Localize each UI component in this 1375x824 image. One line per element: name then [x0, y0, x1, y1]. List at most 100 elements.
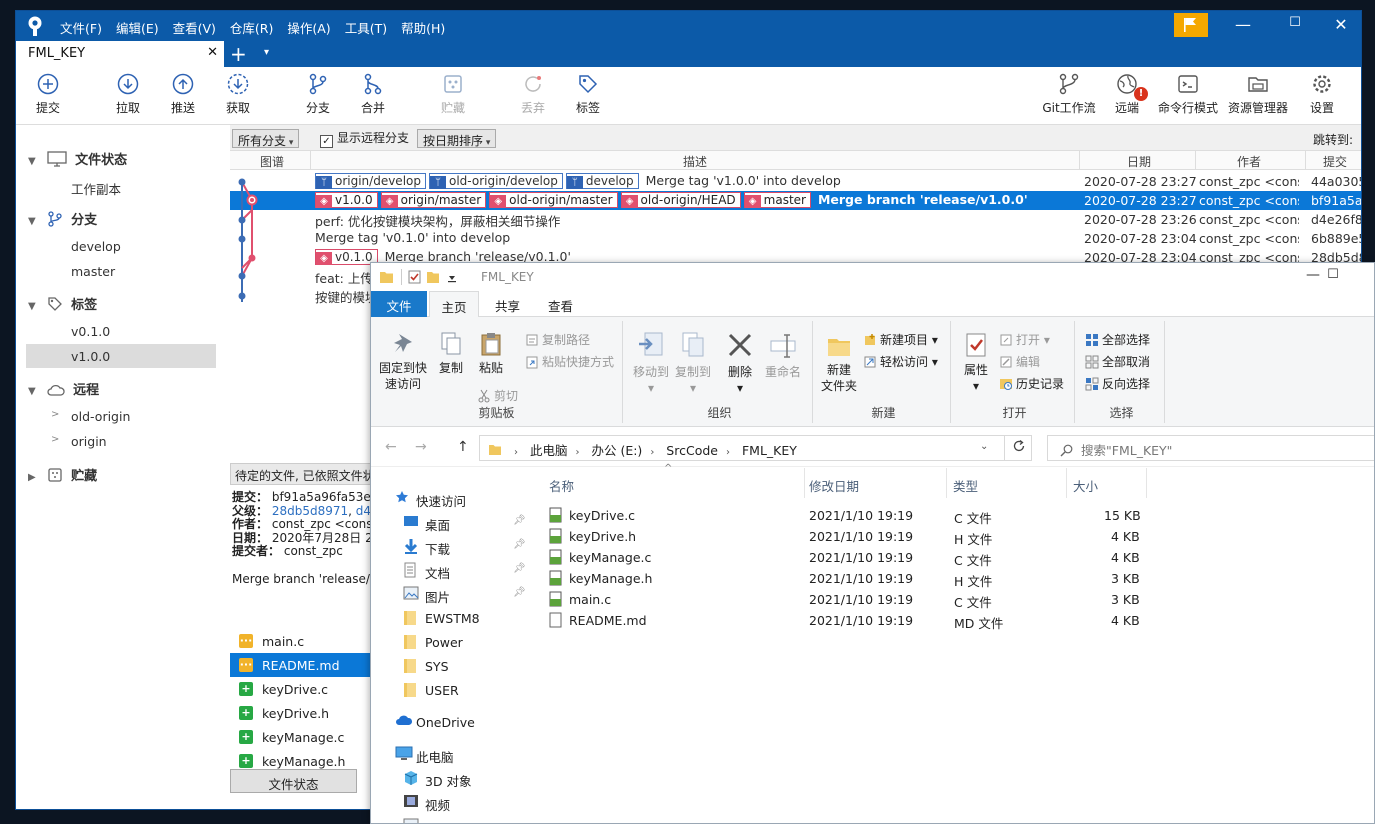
breadcrumb-drive-e[interactable]: 办公 (E:)	[591, 443, 642, 458]
merge-button[interactable]: 合并	[347, 73, 399, 116]
pin-quick-access-button[interactable]: 固定到快 速访问	[377, 331, 429, 392]
repo-tab[interactable]: FML_KEY ✕	[16, 41, 224, 67]
nav-item-pictures[interactable]: 图片 📌︎	[371, 582, 536, 606]
address-bar[interactable]: › 此电脑 › 办公 (E:) › SrcCode › FML_KEY ⌄	[479, 435, 1032, 461]
sort-order-dropdown[interactable]: 按日期排序	[417, 129, 497, 148]
menu-help[interactable]: 帮助(H)	[401, 18, 445, 37]
menu-actions[interactable]: 操作(A)	[287, 18, 330, 37]
commit-row[interactable]: Merge tag 'v0.1.0' into develop 2020-07-…	[230, 229, 1361, 248]
edit-button[interactable]: 编辑	[999, 353, 1040, 370]
file-row[interactable]: + keyDrive.c	[230, 677, 375, 701]
rename-button[interactable]: 重命名	[763, 331, 803, 380]
quick-access-toolbar-icons[interactable]	[379, 269, 469, 285]
forward-arrow-icon[interactable]: →	[415, 439, 427, 455]
column-description[interactable]: 描述	[683, 153, 707, 170]
file-row[interactable]: + keyDrive.h	[230, 701, 375, 725]
copy-path-button[interactable]: 复制路径	[525, 331, 590, 348]
column-size[interactable]: 大小	[1073, 476, 1098, 495]
back-arrow-icon[interactable]: ←	[385, 439, 397, 455]
new-item-button[interactable]: 新建项目 ▾	[863, 331, 938, 348]
nav-item-videos[interactable]: 视频	[371, 790, 536, 814]
menu-tools[interactable]: 工具(T)	[345, 18, 387, 37]
file-status-tab[interactable]: 文件状态	[230, 769, 357, 793]
commit-row[interactable]: perf: 优化按键模块架构，屏蔽相关细节操作 2020-07-28 23:26…	[230, 210, 1361, 229]
cut-button[interactable]: 剪切	[477, 387, 518, 404]
file-row[interactable]: README.md 2021/1/10 19:19 MD 文件 4 KB	[541, 610, 1141, 631]
up-arrow-icon[interactable]: ↑	[457, 439, 469, 455]
breadcrumb-srccode[interactable]: SrcCode	[666, 443, 718, 458]
ribbon-tab-home[interactable]: 主页	[429, 291, 479, 318]
push-button[interactable]: 推送	[157, 73, 209, 116]
open-button[interactable]: 打开 ▾	[999, 331, 1050, 348]
sidebar-item-tag-v100[interactable]: v1.0.0	[26, 344, 216, 368]
file-row[interactable]: keyDrive.c 2021/1/10 19:19 C 文件 15 KB	[541, 505, 1141, 526]
explorer-maximize-button[interactable]: ☐	[1313, 267, 1353, 282]
pin-icon[interactable]: 📌︎	[513, 515, 526, 526]
nav-item-ewstm8[interactable]: EWSTM8	[371, 606, 536, 630]
pin-icon[interactable]: 📌︎	[513, 539, 526, 550]
column-commit[interactable]: 提交	[1323, 153, 1347, 170]
sidebar-group-remotes[interactable]: ▼ 远程	[28, 379, 99, 398]
delete-button[interactable]: 删除▾	[725, 331, 755, 396]
sidebar-item-old-origin[interactable]: > old-origin	[26, 404, 216, 428]
sidebar-item-working-copy[interactable]: 工作副本	[26, 174, 216, 198]
column-graph[interactable]: 图谱	[260, 153, 284, 170]
history-button[interactable]: 历史记录	[999, 375, 1064, 392]
fetch-button[interactable]: 获取	[212, 73, 264, 116]
search-box[interactable]: 搜索"FML_KEY"	[1047, 435, 1374, 461]
flag-button[interactable]	[1174, 13, 1208, 37]
menu-repository[interactable]: 仓库(R)	[230, 18, 273, 37]
paste-shortcut-button[interactable]: 粘贴快捷方式	[525, 353, 614, 370]
menu-view[interactable]: 查看(V)	[173, 18, 216, 37]
column-date-modified[interactable]: 修改日期	[809, 476, 859, 495]
nav-item-desktop[interactable]: 桌面 📌︎	[371, 510, 536, 534]
sidebar-group-file-status[interactable]: ▼ 文件状态	[28, 149, 127, 168]
breadcrumb-this-pc[interactable]: 此电脑	[530, 443, 568, 458]
nav-item-power[interactable]: Power	[371, 630, 536, 654]
branch-filter-dropdown[interactable]: 所有分支	[232, 129, 300, 148]
properties-button[interactable]: 属性 ▾	[959, 331, 993, 394]
nav-item-pictures-pc[interactable]: 图片	[371, 814, 536, 823]
easy-access-button[interactable]: 轻松访问 ▾	[863, 353, 938, 370]
minimize-button[interactable]: —	[1228, 15, 1258, 34]
sidebar-group-stashes[interactable]: ▶ 贮藏	[28, 465, 97, 484]
close-button[interactable]: ✕	[1326, 15, 1356, 34]
sidebar-item-master[interactable]: master	[26, 259, 216, 283]
file-row[interactable]: keyManage.h 2021/1/10 19:19 H 文件 3 KB	[541, 568, 1141, 589]
pending-files-sort-dropdown[interactable]: 待定的文件, 已依照文件状态排序	[230, 463, 375, 485]
pull-button[interactable]: 拉取	[102, 73, 154, 116]
sidebar-group-branches[interactable]: ▼ 分支	[28, 209, 97, 228]
ribbon-tab-share[interactable]: 共享	[495, 296, 520, 315]
tag-button[interactable]: 标签	[562, 73, 614, 116]
nav-item-documents[interactable]: 文档 📌︎	[371, 558, 536, 582]
gitflow-button[interactable]: Git工作流	[1038, 73, 1100, 116]
column-date[interactable]: 日期	[1127, 153, 1151, 170]
nav-item-user[interactable]: USER	[371, 678, 536, 702]
sidebar-item-tag-v010[interactable]: v0.1.0	[26, 319, 216, 343]
select-none-button[interactable]: 全部取消	[1085, 353, 1150, 370]
sidebar-item-develop[interactable]: develop	[26, 234, 216, 258]
nav-onedrive[interactable]: OneDrive	[371, 710, 536, 734]
file-row[interactable]: + keyManage.c	[230, 725, 375, 749]
remote-button[interactable]: 远端 !	[1102, 73, 1152, 116]
sidebar-item-origin[interactable]: > origin	[26, 429, 216, 453]
new-folder-button[interactable]: 新建 文件夹	[819, 333, 859, 394]
show-remote-branches-checkbox[interactable]: ✓ 显示远程分支	[320, 129, 409, 148]
new-tab-button[interactable]: +	[230, 42, 247, 66]
refresh-button[interactable]	[1004, 435, 1033, 461]
menu-file[interactable]: 文件(F)	[60, 18, 102, 37]
breadcrumb-fml-key[interactable]: FML_KEY	[742, 443, 797, 458]
parent-commit-link[interactable]: 28db5d8971	[272, 504, 348, 518]
file-row[interactable]: keyManage.c 2021/1/10 19:19 C 文件 4 KB	[541, 547, 1141, 568]
nav-item-3d-objects[interactable]: 3D 对象	[371, 766, 536, 790]
column-type[interactable]: 类型	[953, 476, 978, 495]
explorer-button[interactable]: 资源管理器	[1224, 73, 1292, 116]
column-author[interactable]: 作者	[1237, 153, 1261, 170]
terminal-button[interactable]: 命令行模式	[1156, 73, 1220, 116]
settings-button[interactable]: 设置	[1296, 73, 1348, 116]
paste-button[interactable]: 粘贴	[473, 331, 509, 376]
tab-list-dropdown[interactable]: ▾	[264, 47, 269, 58]
column-name[interactable]: 名称	[549, 476, 574, 495]
copy-to-button[interactable]: 复制到▾	[673, 331, 713, 396]
move-to-button[interactable]: 移动到▾	[631, 331, 671, 396]
